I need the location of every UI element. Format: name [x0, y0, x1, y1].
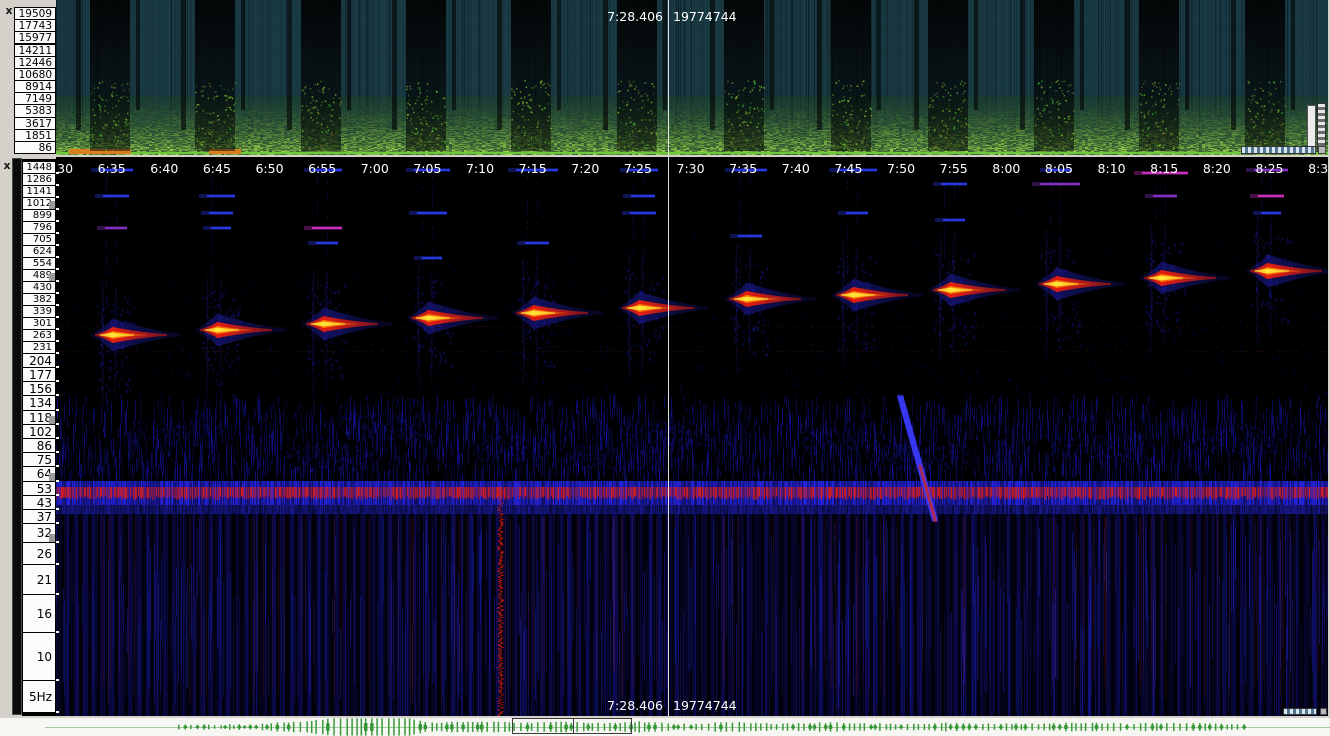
bottom-spectrogram-pane: 6:306:356:406:456:506:557:007:057:107:15…: [0, 157, 1330, 716]
bottom-frequency-scale[interactable]: 1448128611411012899796705624554489430382…: [22, 157, 56, 716]
freq-label: 12446: [14, 56, 56, 69]
spectrogram-viewer-window: x 19509177431597714211124461068089147149…: [0, 0, 1330, 736]
selection-split-handle[interactable]: [573, 719, 574, 733]
freq-label: 15977: [14, 31, 56, 44]
tick-mark: [56, 172, 59, 174]
tick-mark: [56, 409, 59, 411]
tick-mark: [56, 366, 59, 368]
freq-label: 37: [22, 509, 56, 524]
tick-mark: [56, 256, 59, 258]
tick-mark: [56, 280, 59, 282]
tick-mark: [56, 292, 59, 294]
freq-label: 8914: [14, 80, 56, 93]
freq-label: 21: [22, 564, 56, 595]
freq-label: 134: [22, 395, 56, 411]
freq-label: 1851: [14, 129, 56, 142]
freq-label: 5Hz: [22, 680, 56, 713]
tick-mark: [56, 522, 59, 524]
horizontal-zoom-thumbwheel[interactable]: [1241, 146, 1316, 154]
freq-label: 17743: [14, 19, 56, 32]
tick-mark: [56, 220, 59, 222]
freq-label: 14211: [14, 44, 56, 57]
tick-mark: [56, 244, 59, 246]
tick-mark-major: [49, 473, 55, 481]
freq-label: 53: [22, 481, 56, 496]
tick-mark: [56, 541, 59, 543]
zoom-reset-button[interactable]: [1320, 708, 1327, 715]
cursor-time-label: 7:28.406: [593, 698, 663, 713]
freq-label: 86: [14, 141, 56, 154]
tick-mark: [56, 465, 59, 467]
bottom-spectrogram-canvas[interactable]: [56, 157, 1330, 716]
tick-mark: [56, 196, 59, 198]
vertical-scrollbar-strip[interactable]: [12, 158, 22, 715]
tick-mark: [56, 340, 59, 342]
tick-mark: [56, 631, 59, 633]
tick-mark-major: [49, 273, 55, 281]
playback-cursor-line: [668, 0, 669, 155]
freq-label: 156: [22, 381, 56, 396]
freq-label: 26: [22, 542, 56, 565]
freq-label: 16: [22, 594, 56, 633]
cursor-time-label: 7:28.406: [593, 9, 663, 24]
tick-mark: [56, 451, 59, 453]
tick-mark: [56, 184, 59, 186]
tick-mark: [56, 232, 59, 234]
playback-cursor-line: [668, 157, 669, 716]
tick-mark: [56, 328, 59, 330]
tick-mark: [56, 380, 59, 382]
tick-mark: [56, 352, 59, 354]
horizontal-zoom-thumbwheel[interactable]: [1283, 708, 1317, 715]
freq-label: 102: [22, 424, 56, 439]
tick-mark: [56, 394, 59, 396]
freq-label: 3617: [14, 117, 56, 130]
vertical-zoom-thumbwheel[interactable]: [1317, 103, 1326, 152]
freq-label: 7149: [14, 92, 56, 105]
tick-mark-major: [49, 534, 55, 542]
freq-label: 75: [22, 452, 56, 467]
top-spectrogram-pane: x 19509177431597714211124461068089147149…: [0, 0, 1330, 155]
tick-mark: [56, 711, 59, 713]
freq-label: 177: [22, 367, 56, 382]
tick-mark: [56, 593, 59, 595]
tick-mark: [56, 563, 59, 565]
freq-label: 10680: [14, 68, 56, 81]
tick-mark: [56, 423, 59, 425]
freq-label: 204: [22, 353, 56, 368]
tick-mark: [56, 304, 59, 306]
tick-mark: [56, 316, 59, 318]
tick-mark-major: [49, 416, 55, 424]
vertical-scroll-slider[interactable]: [1307, 105, 1316, 152]
waveform-overview-strip: [0, 718, 1330, 736]
tick-mark-major: [49, 201, 55, 209]
cursor-frame-label: 19774744: [673, 698, 737, 713]
freq-label: 86: [22, 438, 56, 453]
selection-box[interactable]: [512, 718, 632, 734]
tick-mark: [56, 208, 59, 210]
tick-mark: [56, 508, 59, 510]
top-frequency-scale[interactable]: 1950917743159771421112446106808914714953…: [14, 7, 56, 153]
waveform-overview-canvas[interactable]: [0, 718, 1330, 736]
tick-mark: [56, 480, 59, 482]
tick-mark: [56, 437, 59, 439]
cursor-frame-label: 19774744: [673, 9, 737, 24]
tick-mark: [56, 268, 59, 270]
zoom-reset-button[interactable]: [1318, 146, 1326, 154]
tick-mark: [56, 494, 59, 496]
freq-label: 43: [22, 495, 56, 510]
freq-label: 10: [22, 632, 56, 681]
tick-mark: [56, 679, 59, 681]
